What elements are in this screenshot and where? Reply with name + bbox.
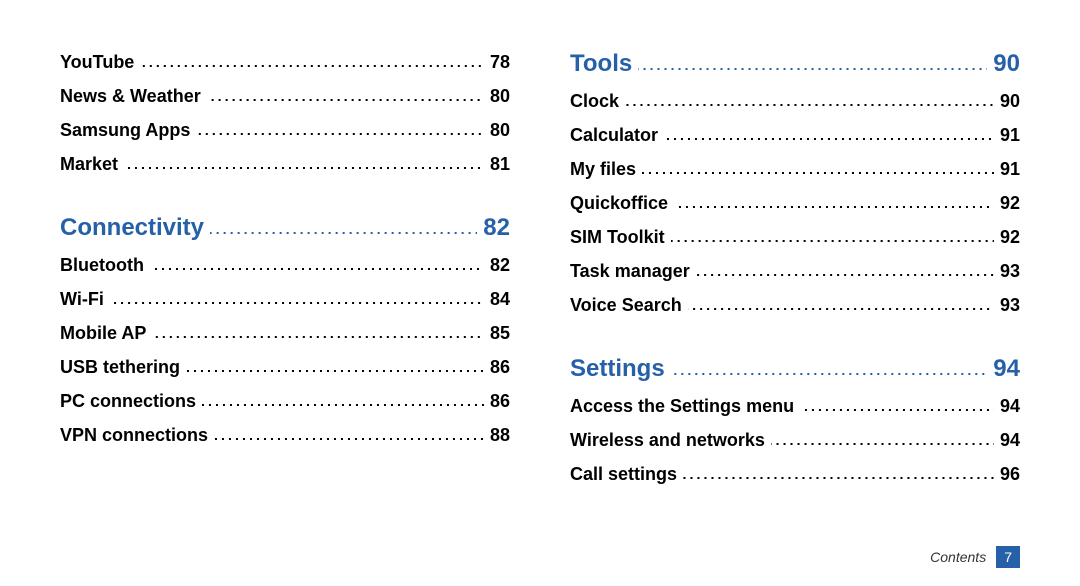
toc-entry-page: 91 bbox=[1000, 125, 1020, 146]
toc-entry-page: 86 bbox=[490, 357, 510, 378]
toc-entry-page: 90 bbox=[1000, 91, 1020, 112]
toc-entry-label: Access the Settings menu bbox=[570, 396, 794, 417]
toc-leader-dots bbox=[202, 389, 484, 407]
toc-entry-page: 85 bbox=[490, 323, 510, 344]
toc-item[interactable]: Access the Settings menu 94 bbox=[570, 394, 1020, 417]
toc-entry-label: Wi-Fi bbox=[60, 289, 104, 310]
toc-entry-page: 91 bbox=[1000, 159, 1020, 180]
toc-entry-page: 92 bbox=[1000, 193, 1020, 214]
toc-entry-label: Task manager bbox=[570, 261, 690, 282]
toc-leader-dots bbox=[140, 50, 484, 68]
toc-item[interactable]: Samsung Apps 80 bbox=[60, 118, 510, 141]
toc-entry-page: 86 bbox=[490, 391, 510, 412]
toc-item[interactable]: Wireless and networks 94 bbox=[570, 428, 1020, 451]
toc-leader-dots bbox=[638, 53, 987, 71]
toc-entry-label: USB tethering bbox=[60, 357, 180, 378]
toc-leader-dots bbox=[688, 293, 994, 311]
toc-entry-label: News & Weather bbox=[60, 86, 201, 107]
toc-leader-dots bbox=[210, 217, 477, 235]
toc-entry-page: 84 bbox=[490, 289, 510, 310]
toc-entry-page: 82 bbox=[490, 255, 510, 276]
toc-entry-label: YouTube bbox=[60, 52, 134, 73]
toc-entry-label: Tools bbox=[570, 50, 632, 78]
toc-leader-dots bbox=[771, 428, 994, 446]
toc-entry-page: 78 bbox=[490, 52, 510, 73]
footer-page-number: 7 bbox=[996, 546, 1020, 568]
toc-item[interactable]: YouTube 78 bbox=[60, 50, 510, 73]
toc-item[interactable]: Calculator 91 bbox=[570, 123, 1020, 146]
toc-leader-dots bbox=[683, 462, 994, 480]
toc-right-column: Tools 90 Clock 90 Calculator 91 My files 91 Quic… bbox=[570, 50, 1020, 496]
toc-item[interactable]: SIM Toolkit 92 bbox=[570, 225, 1020, 248]
toc-item[interactable]: Call settings 96 bbox=[570, 462, 1020, 485]
toc-heading[interactable]: Connectivity 82 bbox=[60, 214, 510, 242]
toc-entry-label: Call settings bbox=[570, 464, 677, 485]
toc-entry-label: My files bbox=[570, 159, 636, 180]
toc-entry-label: Wireless and networks bbox=[570, 430, 765, 451]
toc-entry-page: 80 bbox=[490, 120, 510, 141]
toc-entry-page: 92 bbox=[1000, 227, 1020, 248]
toc-entry-label: Market bbox=[60, 154, 118, 175]
toc-entry-page: 94 bbox=[1000, 430, 1020, 451]
toc-leader-dots bbox=[625, 89, 994, 107]
toc-leader-dots bbox=[110, 287, 484, 305]
toc-leader-dots bbox=[664, 123, 994, 141]
toc-entry-page: 93 bbox=[1000, 261, 1020, 282]
toc-item[interactable]: Voice Search 93 bbox=[570, 293, 1020, 316]
toc-item[interactable]: Market 81 bbox=[60, 152, 510, 175]
toc-item[interactable]: News & Weather 80 bbox=[60, 84, 510, 107]
toc-leader-dots bbox=[671, 225, 994, 243]
toc-entry-label: Connectivity bbox=[60, 214, 204, 242]
toc-leader-dots bbox=[124, 152, 484, 170]
toc-entry-label: Quickoffice bbox=[570, 193, 668, 214]
toc-left-column: YouTube 78 News & Weather 80 Samsung Apps 80 M… bbox=[60, 50, 510, 496]
toc-leader-dots bbox=[642, 157, 994, 175]
toc-entry-page: 93 bbox=[1000, 295, 1020, 316]
toc-item[interactable]: VPN connections 88 bbox=[60, 423, 510, 446]
footer-section-label: Contents bbox=[930, 549, 986, 565]
toc-leader-dots bbox=[671, 358, 988, 376]
toc-item[interactable]: PC connections 86 bbox=[60, 389, 510, 412]
toc-leader-dots bbox=[207, 84, 484, 102]
toc-heading[interactable]: Tools 90 bbox=[570, 50, 1020, 78]
toc-leader-dots bbox=[696, 259, 994, 277]
toc-entry-label: Calculator bbox=[570, 125, 658, 146]
toc-leader-dots bbox=[674, 191, 994, 209]
toc-entry-page: 90 bbox=[993, 50, 1020, 78]
toc-item[interactable]: Mobile AP 85 bbox=[60, 321, 510, 344]
toc-entry-label: VPN connections bbox=[60, 425, 208, 446]
toc-entry-label: SIM Toolkit bbox=[570, 227, 665, 248]
toc-columns: YouTube 78 News & Weather 80 Samsung Apps 80 M… bbox=[60, 50, 1020, 496]
toc-leader-dots bbox=[196, 118, 484, 136]
toc-leader-dots bbox=[214, 423, 484, 441]
toc-entry-label: Bluetooth bbox=[60, 255, 144, 276]
toc-entry-page: 96 bbox=[1000, 464, 1020, 485]
toc-entry-label: Mobile AP bbox=[60, 323, 146, 344]
toc-item[interactable]: My files 91 bbox=[570, 157, 1020, 180]
toc-entry-label: PC connections bbox=[60, 391, 196, 412]
toc-entry-label: Settings bbox=[570, 355, 665, 383]
toc-item[interactable]: Wi-Fi 84 bbox=[60, 287, 510, 310]
toc-entry-page: 88 bbox=[490, 425, 510, 446]
toc-entry-page: 81 bbox=[490, 154, 510, 175]
toc-leader-dots bbox=[152, 321, 484, 339]
toc-leader-dots bbox=[150, 253, 484, 271]
toc-entry-page: 80 bbox=[490, 86, 510, 107]
toc-item[interactable]: Bluetooth 82 bbox=[60, 253, 510, 276]
toc-item[interactable]: Clock 90 bbox=[570, 89, 1020, 112]
toc-entry-label: Voice Search bbox=[570, 295, 682, 316]
toc-item[interactable]: USB tethering 86 bbox=[60, 355, 510, 378]
page-footer: Contents 7 bbox=[930, 546, 1020, 568]
toc-entry-page: 94 bbox=[1000, 396, 1020, 417]
toc-entry-label: Clock bbox=[570, 91, 619, 112]
toc-entry-page: 94 bbox=[993, 355, 1020, 383]
toc-item[interactable]: Task manager 93 bbox=[570, 259, 1020, 282]
toc-item[interactable]: Quickoffice 92 bbox=[570, 191, 1020, 214]
toc-leader-dots bbox=[800, 394, 994, 412]
toc-entry-page: 82 bbox=[483, 214, 510, 242]
toc-entry-label: Samsung Apps bbox=[60, 120, 190, 141]
toc-leader-dots bbox=[186, 355, 484, 373]
toc-heading[interactable]: Settings 94 bbox=[570, 355, 1020, 383]
